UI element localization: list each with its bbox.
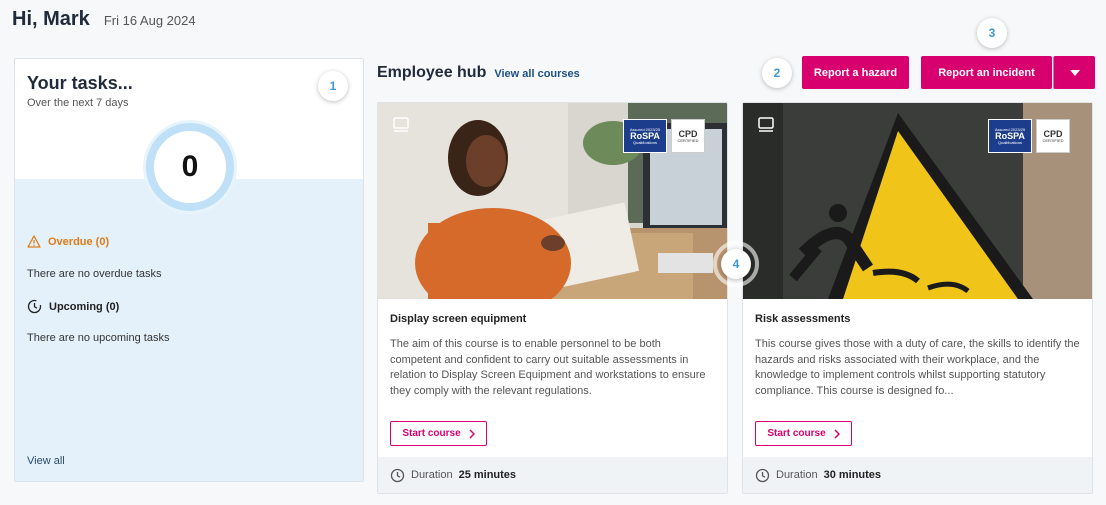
overdue-heading: Overdue (0) (27, 235, 109, 248)
greeting-title: Hi, Mark (12, 8, 90, 30)
chevron-right-icon (469, 428, 475, 439)
tasks-card: Your tasks... Over the next 7 days 0 Ove… (14, 58, 364, 482)
rospa-logo: Assured 2023/25 RoSPA Qualifications (988, 119, 1032, 153)
clock-icon (755, 468, 770, 482)
upcoming-message: There are no upcoming tasks (27, 332, 170, 344)
report-incident-dropdown[interactable] (1053, 56, 1095, 89)
duration-value: 30 minutes (823, 469, 882, 481)
warning-icon (27, 235, 41, 248)
course-duration: Duration 30 minutes (743, 457, 1092, 493)
duration-value: 25 minutes (458, 469, 517, 481)
overdue-label: Overdue (0) (48, 235, 110, 248)
greeting: Hi, Mark Fri 16 Aug 2024 (12, 8, 196, 31)
tasks-title: Your tasks... (27, 73, 133, 93)
start-course-button[interactable]: Start course (390, 421, 487, 446)
rospa-logo: Assured 2023/25 RoSPA Qualifications (623, 119, 667, 153)
monitor-icon (393, 117, 409, 132)
start-course-label: Start course (402, 428, 461, 439)
course-duration: Duration 25 minutes (378, 457, 727, 493)
course-title: Display screen equipment (390, 313, 527, 325)
report-incident-button[interactable]: Report an incident (921, 56, 1052, 89)
course-description: The aim of this course is to enable pers… (390, 338, 706, 397)
duration-label: Duration (411, 469, 453, 481)
tour-badge-3[interactable]: 3 (977, 18, 1007, 48)
upcoming-heading: Upcoming (0) (27, 299, 119, 314)
upcoming-label: Upcoming (0) (49, 300, 120, 313)
report-hazard-button[interactable]: Report a hazard (802, 56, 909, 89)
monitor-icon (758, 117, 774, 132)
tasks-count: 0 (146, 123, 234, 211)
view-all-courses-link[interactable]: View all courses (494, 68, 579, 80)
tasks-body (15, 179, 363, 481)
current-date: Fri 16 Aug 2024 (103, 13, 196, 28)
accreditation-logos: Assured 2023/25 RoSPA Qualifications CPD CE… (623, 119, 705, 153)
tour-badge-2[interactable]: 2 (762, 58, 792, 88)
course-title: Risk assessments (755, 313, 851, 325)
accreditation-logos: Assured 2023/25 RoSPA Qualifications CPD CE… (988, 119, 1070, 153)
chevron-right-icon (834, 428, 840, 439)
course-card-risk-assessments[interactable]: Assured 2023/25 RoSPA Qualifications CPD CE… (742, 102, 1093, 494)
start-course-label: Start course (767, 428, 826, 439)
overdue-message: There are no overdue tasks (27, 268, 162, 280)
course-image: Assured 2023/25 RoSPA Qualifications CPD CE… (743, 103, 1092, 299)
employee-hub-header: Employee hub View all courses (377, 64, 580, 82)
cpd-logo: CPD CERTIFIED (671, 119, 705, 153)
tour-badge-4[interactable]: 4 (721, 249, 751, 279)
duration-label: Duration (776, 469, 818, 481)
start-course-button[interactable]: Start course (755, 421, 852, 446)
clock-icon (390, 468, 405, 482)
tasks-subtitle: Over the next 7 days (27, 97, 129, 109)
view-all-tasks-link[interactable]: View all (27, 455, 65, 467)
course-image: Assured 2023/25 RoSPA Qualifications CPD CE… (378, 103, 727, 299)
employee-hub-title: Employee hub (377, 64, 487, 81)
course-card-display-screen[interactable]: Assured 2023/25 RoSPA Qualifications CPD CE… (377, 102, 728, 494)
cpd-logo: CPD CERTIFIED (1036, 119, 1070, 153)
clock-icon (27, 299, 42, 314)
course-description: This course gives those with a duty of c… (755, 338, 1080, 397)
tour-badge-1[interactable]: 1 (318, 71, 348, 101)
caret-down-icon (1069, 69, 1080, 76)
